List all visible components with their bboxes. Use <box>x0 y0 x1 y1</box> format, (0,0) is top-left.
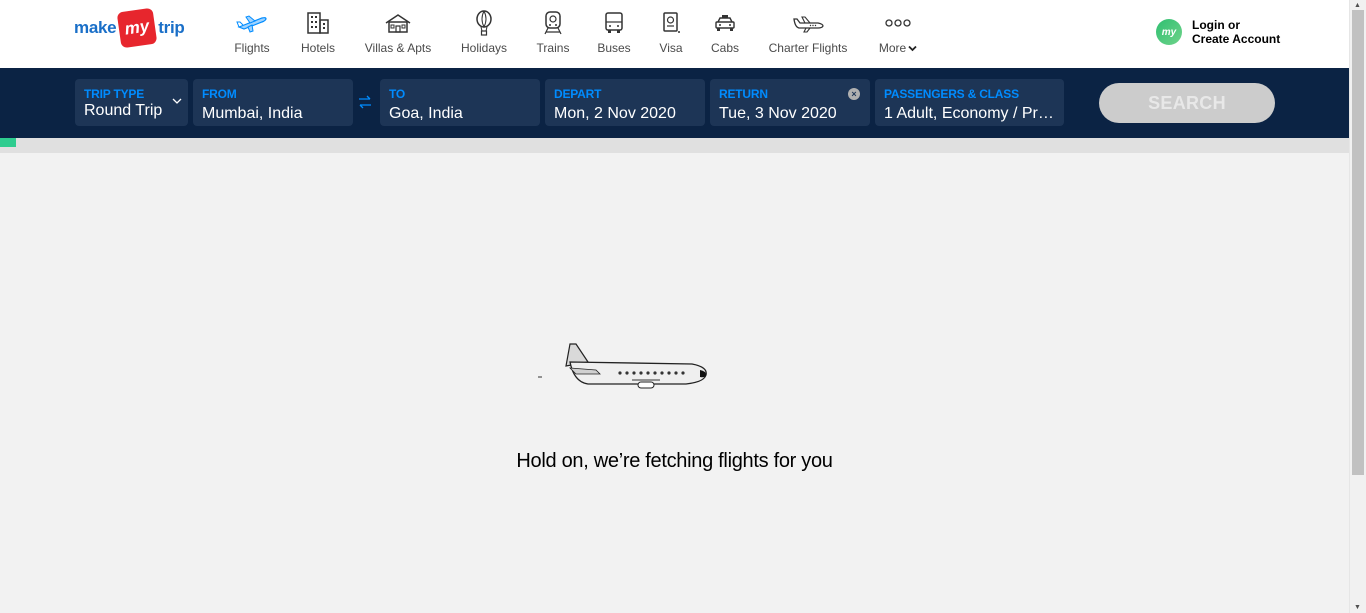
field-label: RETURN <box>719 87 768 101</box>
nav-label: Cabs <box>710 41 739 55</box>
nav-item-trains[interactable]: Trains <box>536 10 570 58</box>
scroll-down-icon[interactable]: ▼ <box>1354 604 1361 611</box>
page-scrollbar[interactable]: ▲ ▼ <box>1349 0 1366 613</box>
hotel-icon <box>305 10 331 36</box>
nav-item-holidays[interactable]: Holidays <box>460 10 508 58</box>
logo-make-text: make <box>74 18 117 37</box>
flight-search-bar: TRIP TYPE Round Trip FROM Mumbai, India … <box>0 68 1349 138</box>
field-value: Round Trip <box>84 102 163 119</box>
airplane-loading-icon <box>536 340 712 401</box>
chevron-down-icon <box>172 97 182 108</box>
nav-item-visa[interactable]: Visa <box>656 10 686 58</box>
nav-item-buses[interactable]: Buses <box>596 10 632 58</box>
avatar: my <box>1156 19 1182 45</box>
login-line: Login or <box>1192 18 1240 32</box>
logo-trip-text: trip <box>158 18 185 37</box>
scrollbar-thumb[interactable] <box>1352 10 1364 475</box>
holiday-balloon-icon <box>475 10 493 36</box>
cab-icon <box>714 10 736 36</box>
more-dots-icon <box>885 10 911 36</box>
nav-label: Trains <box>536 41 570 55</box>
clear-return-icon[interactable]: × <box>848 88 860 100</box>
chevron-down-icon <box>908 41 917 55</box>
charter-plane-icon <box>791 10 825 36</box>
nav-item-flights[interactable]: Flights <box>234 10 270 58</box>
create-account-line: Create Account <box>1192 32 1281 46</box>
login-button[interactable]: my Login or Create Account <box>1156 18 1280 46</box>
depart-date-field[interactable]: DEPART Mon, 2 Nov 2020 <box>545 79 705 126</box>
return-date-field[interactable]: RETURN Tue, 3 Nov 2020 × <box>710 79 870 126</box>
progress-fill <box>0 138 16 147</box>
field-value: Goa, India <box>389 105 463 122</box>
nav-item-more[interactable]: More <box>876 10 920 58</box>
scroll-up-icon[interactable]: ▲ <box>1354 2 1361 9</box>
nav-label: Visa <box>659 41 683 55</box>
passengers-class-field[interactable]: PASSENGERS & CLASS 1 Adult, Economy / Pr… <box>875 79 1064 126</box>
loading-message: Hold on, we’re fetching flights for you <box>516 450 833 472</box>
field-value: Tue, 3 Nov 2020 <box>719 105 837 122</box>
more-label-text: More <box>878 41 907 55</box>
nav-label: Hotels <box>300 41 335 55</box>
search-button[interactable]: SEARCH <box>1099 83 1275 123</box>
nav-label-more: More <box>879 41 917 55</box>
bus-icon <box>603 10 625 36</box>
field-label: DEPART <box>554 87 602 101</box>
loading-progress-bar <box>0 138 1349 153</box>
nav-item-villas[interactable]: Villas & Apts <box>364 10 432 58</box>
trip-type-select[interactable]: TRIP TYPE Round Trip <box>75 79 188 126</box>
nav-label: Villas & Apts <box>364 41 432 55</box>
field-label: TO <box>389 87 406 101</box>
logo-my-badge: my <box>116 7 158 49</box>
nav-label: Flights <box>234 41 270 55</box>
nav-item-hotels[interactable]: Hotels <box>300 10 336 58</box>
field-label: TRIP TYPE <box>84 87 144 101</box>
field-value: Mumbai, India <box>202 105 303 122</box>
visa-icon <box>661 10 681 36</box>
makemytrip-logo[interactable]: make my trip <box>74 7 185 49</box>
field-value: 1 Adult, Economy / Pre... <box>884 105 1060 122</box>
top-header: make my trip Flights Hotels Villas & Apt… <box>0 0 1349 68</box>
field-label: FROM <box>202 87 237 101</box>
login-text: Login or Create Account <box>1192 18 1280 46</box>
flight-icon <box>236 10 268 36</box>
nav-item-charter-flights[interactable]: Charter Flights <box>766 10 850 58</box>
field-value: Mon, 2 Nov 2020 <box>554 105 676 122</box>
nav-label: Buses <box>597 41 631 55</box>
to-city-field[interactable]: TO Goa, India <box>380 79 540 126</box>
field-label: PASSENGERS & CLASS <box>884 87 1019 101</box>
from-city-field[interactable]: FROM Mumbai, India <box>193 79 353 126</box>
nav-item-cabs[interactable]: Cabs <box>709 10 741 58</box>
train-icon <box>542 10 564 36</box>
nav-label: Charter Flights <box>768 41 848 55</box>
nav-label: Holidays <box>460 41 508 55</box>
swap-cities-icon[interactable] <box>357 95 373 114</box>
villa-icon <box>384 10 412 36</box>
